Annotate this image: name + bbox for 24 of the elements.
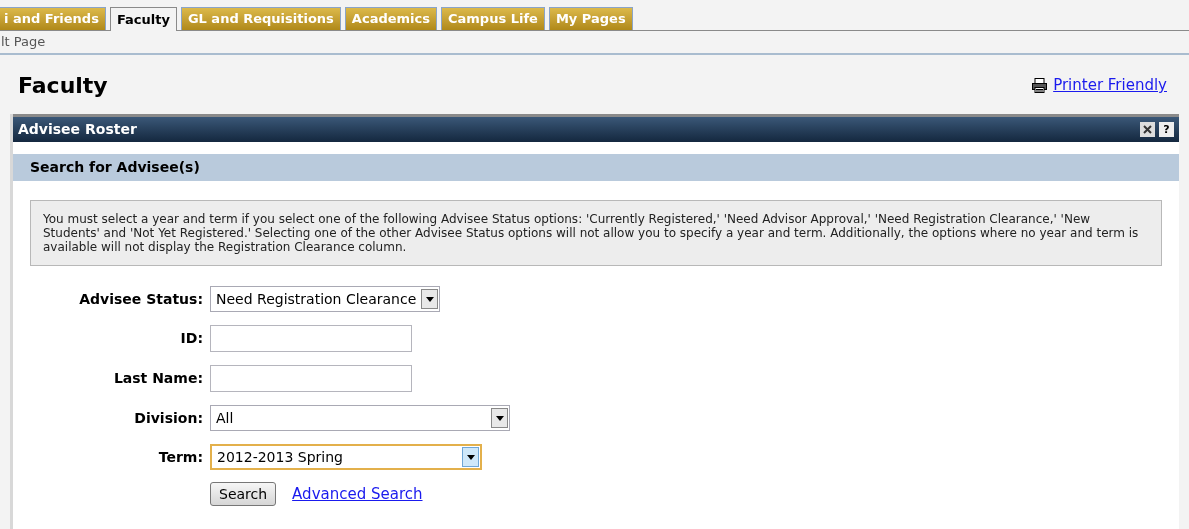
field-label: Term: xyxy=(157,447,203,467)
printer-icon xyxy=(1032,78,1048,93)
caret-icon xyxy=(421,289,439,309)
dropdown[interactable]: All xyxy=(210,405,510,431)
section-title: Search for Advisee(s) xyxy=(30,158,200,177)
printer-friendly-link[interactable]: Printer Friendly xyxy=(1053,74,1167,97)
nav-tab[interactable]: Faculty xyxy=(109,7,177,31)
caret-icon xyxy=(491,408,508,428)
field-label: Division: xyxy=(133,408,203,428)
search-button[interactable]: Search xyxy=(210,482,277,506)
text-field[interactable] xyxy=(210,325,412,352)
caret-icon xyxy=(462,447,479,467)
field-label: Last Name: xyxy=(112,369,203,388)
page-title: Faculty xyxy=(18,72,108,100)
portlet-title: Advisee Roster xyxy=(18,120,137,139)
field-label: ID: xyxy=(179,329,203,348)
dropdown[interactable]: Need Registration Clearance xyxy=(210,286,441,312)
dropdown[interactable]: 2012-2013 Spring xyxy=(210,444,482,470)
field-label: Advisee Status: xyxy=(78,289,203,309)
info-note: You must select a year and term if you select one of the following Advisee Status options: 'Currently Registered,' 'Need Advisor Approval,' 'Need Registration Clearance,' 'New Students' and 'Not Yet Registered.' Selecting one of the other Advisee Status options will not allow you to specify a year and term. Additionally, the options where no year and term is available will not display the Registration Clearance column. xyxy=(30,200,1162,266)
advanced-search-link[interactable]: Advanced Search xyxy=(292,482,423,506)
text-field[interactable] xyxy=(210,365,412,392)
help-button[interactable]: ? xyxy=(1159,122,1174,137)
breadcrumb[interactable]: lt Page xyxy=(0,32,46,52)
